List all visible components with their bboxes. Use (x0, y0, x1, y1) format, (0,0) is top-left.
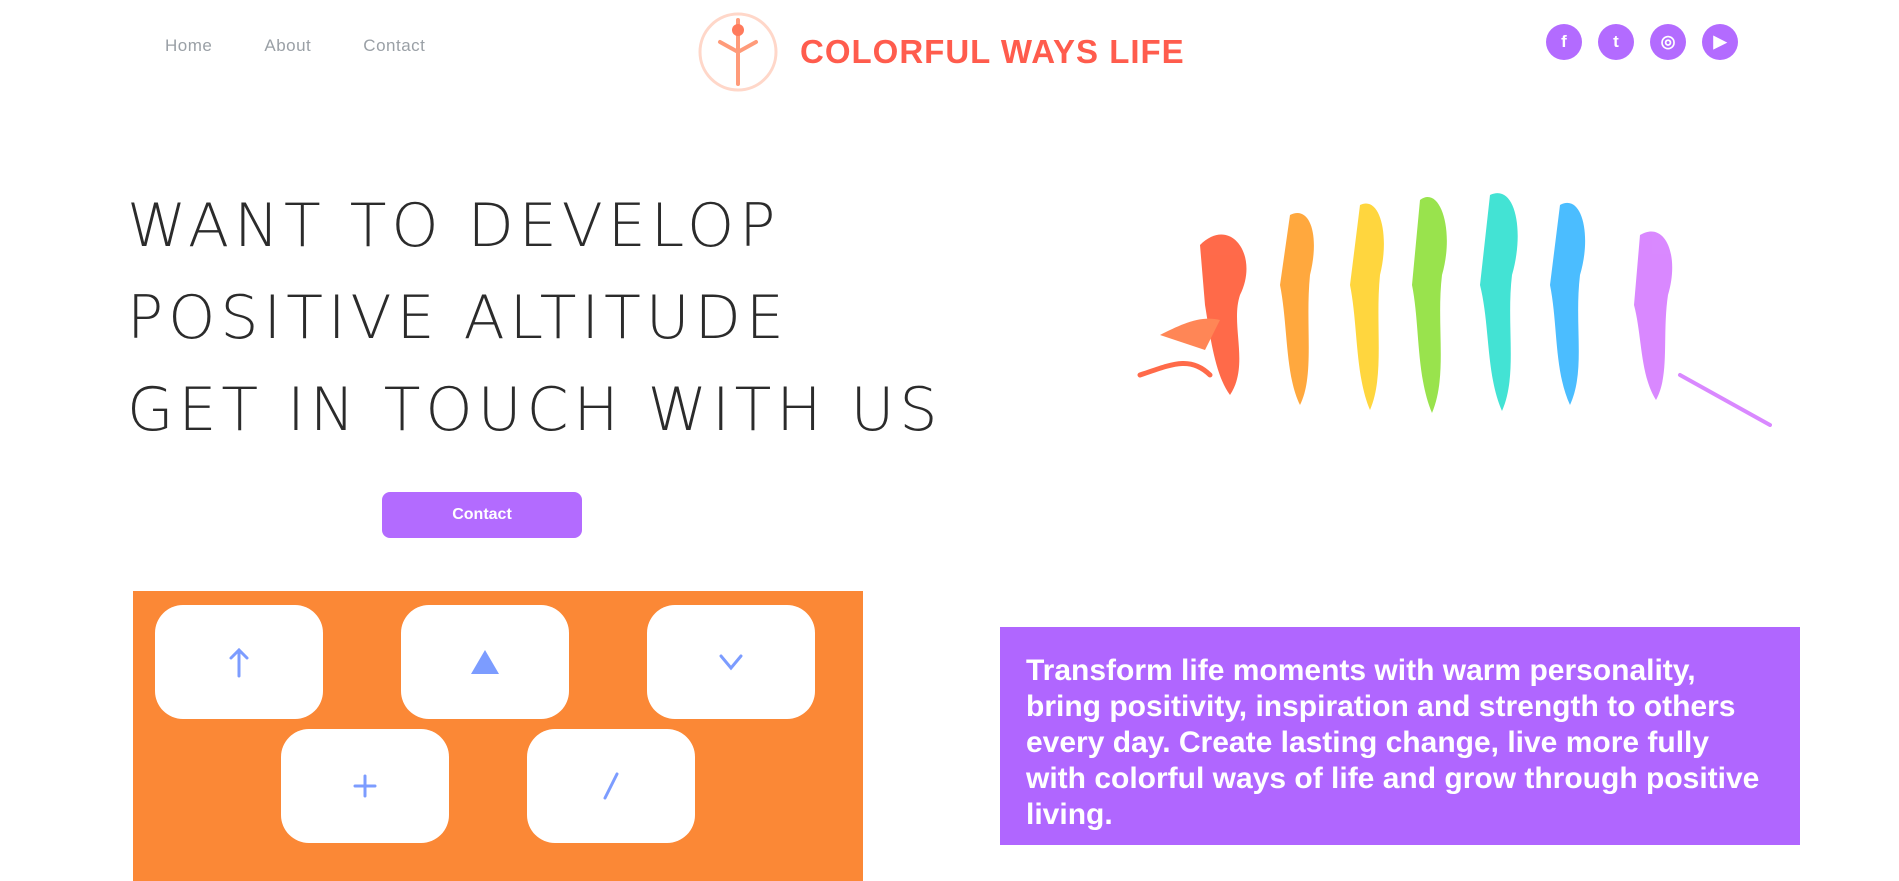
nav-home[interactable]: Home (165, 36, 212, 56)
hero-heading: WANT TO DEVELOP POSITIVE ALTITUDE GET IN… (127, 180, 977, 456)
feature-tile[interactable] (401, 605, 569, 719)
twitter-icon[interactable]: t (1598, 24, 1634, 60)
slash-icon (603, 772, 619, 800)
feature-tile[interactable] (647, 605, 815, 719)
quote-text: Transform life moments with warm persona… (1026, 654, 1760, 831)
nav-about[interactable]: About (264, 36, 311, 56)
hero-line-2: POSITIVE ALTITUDE (127, 283, 789, 353)
brand-name: COLORFUL WAYS LIFE (800, 33, 1185, 70)
hero-line-1: WANT TO DEVELOP (127, 191, 781, 261)
quote-card: Transform life moments with warm persona… (1000, 627, 1800, 845)
plus-icon (353, 774, 377, 798)
contact-button[interactable]: Contact (382, 492, 582, 538)
nav-contact[interactable]: Contact (363, 36, 425, 56)
brand-logo[interactable]: COLORFUL WAYS LIFE (690, 6, 1185, 98)
chevron-down-icon (719, 654, 743, 671)
hero-line-3: GET IN TOUCH WITH US (127, 375, 943, 445)
feature-tile[interactable] (527, 729, 695, 843)
facebook-icon[interactable]: f (1546, 24, 1582, 60)
main-nav: Home About Contact (165, 36, 425, 56)
feature-tile[interactable] (155, 605, 323, 719)
feature-tile[interactable] (281, 729, 449, 843)
youtube-icon[interactable]: ▶ (1702, 24, 1738, 60)
triangle-icon (471, 650, 499, 674)
social-links: f t ◎ ▶ (1546, 24, 1738, 60)
logo-icon (698, 12, 778, 92)
rainbow-figures-illustration (1137, 193, 1772, 427)
instagram-icon[interactable]: ◎ (1650, 24, 1686, 60)
arrow-up-icon (229, 647, 249, 678)
features-panel (133, 591, 863, 881)
